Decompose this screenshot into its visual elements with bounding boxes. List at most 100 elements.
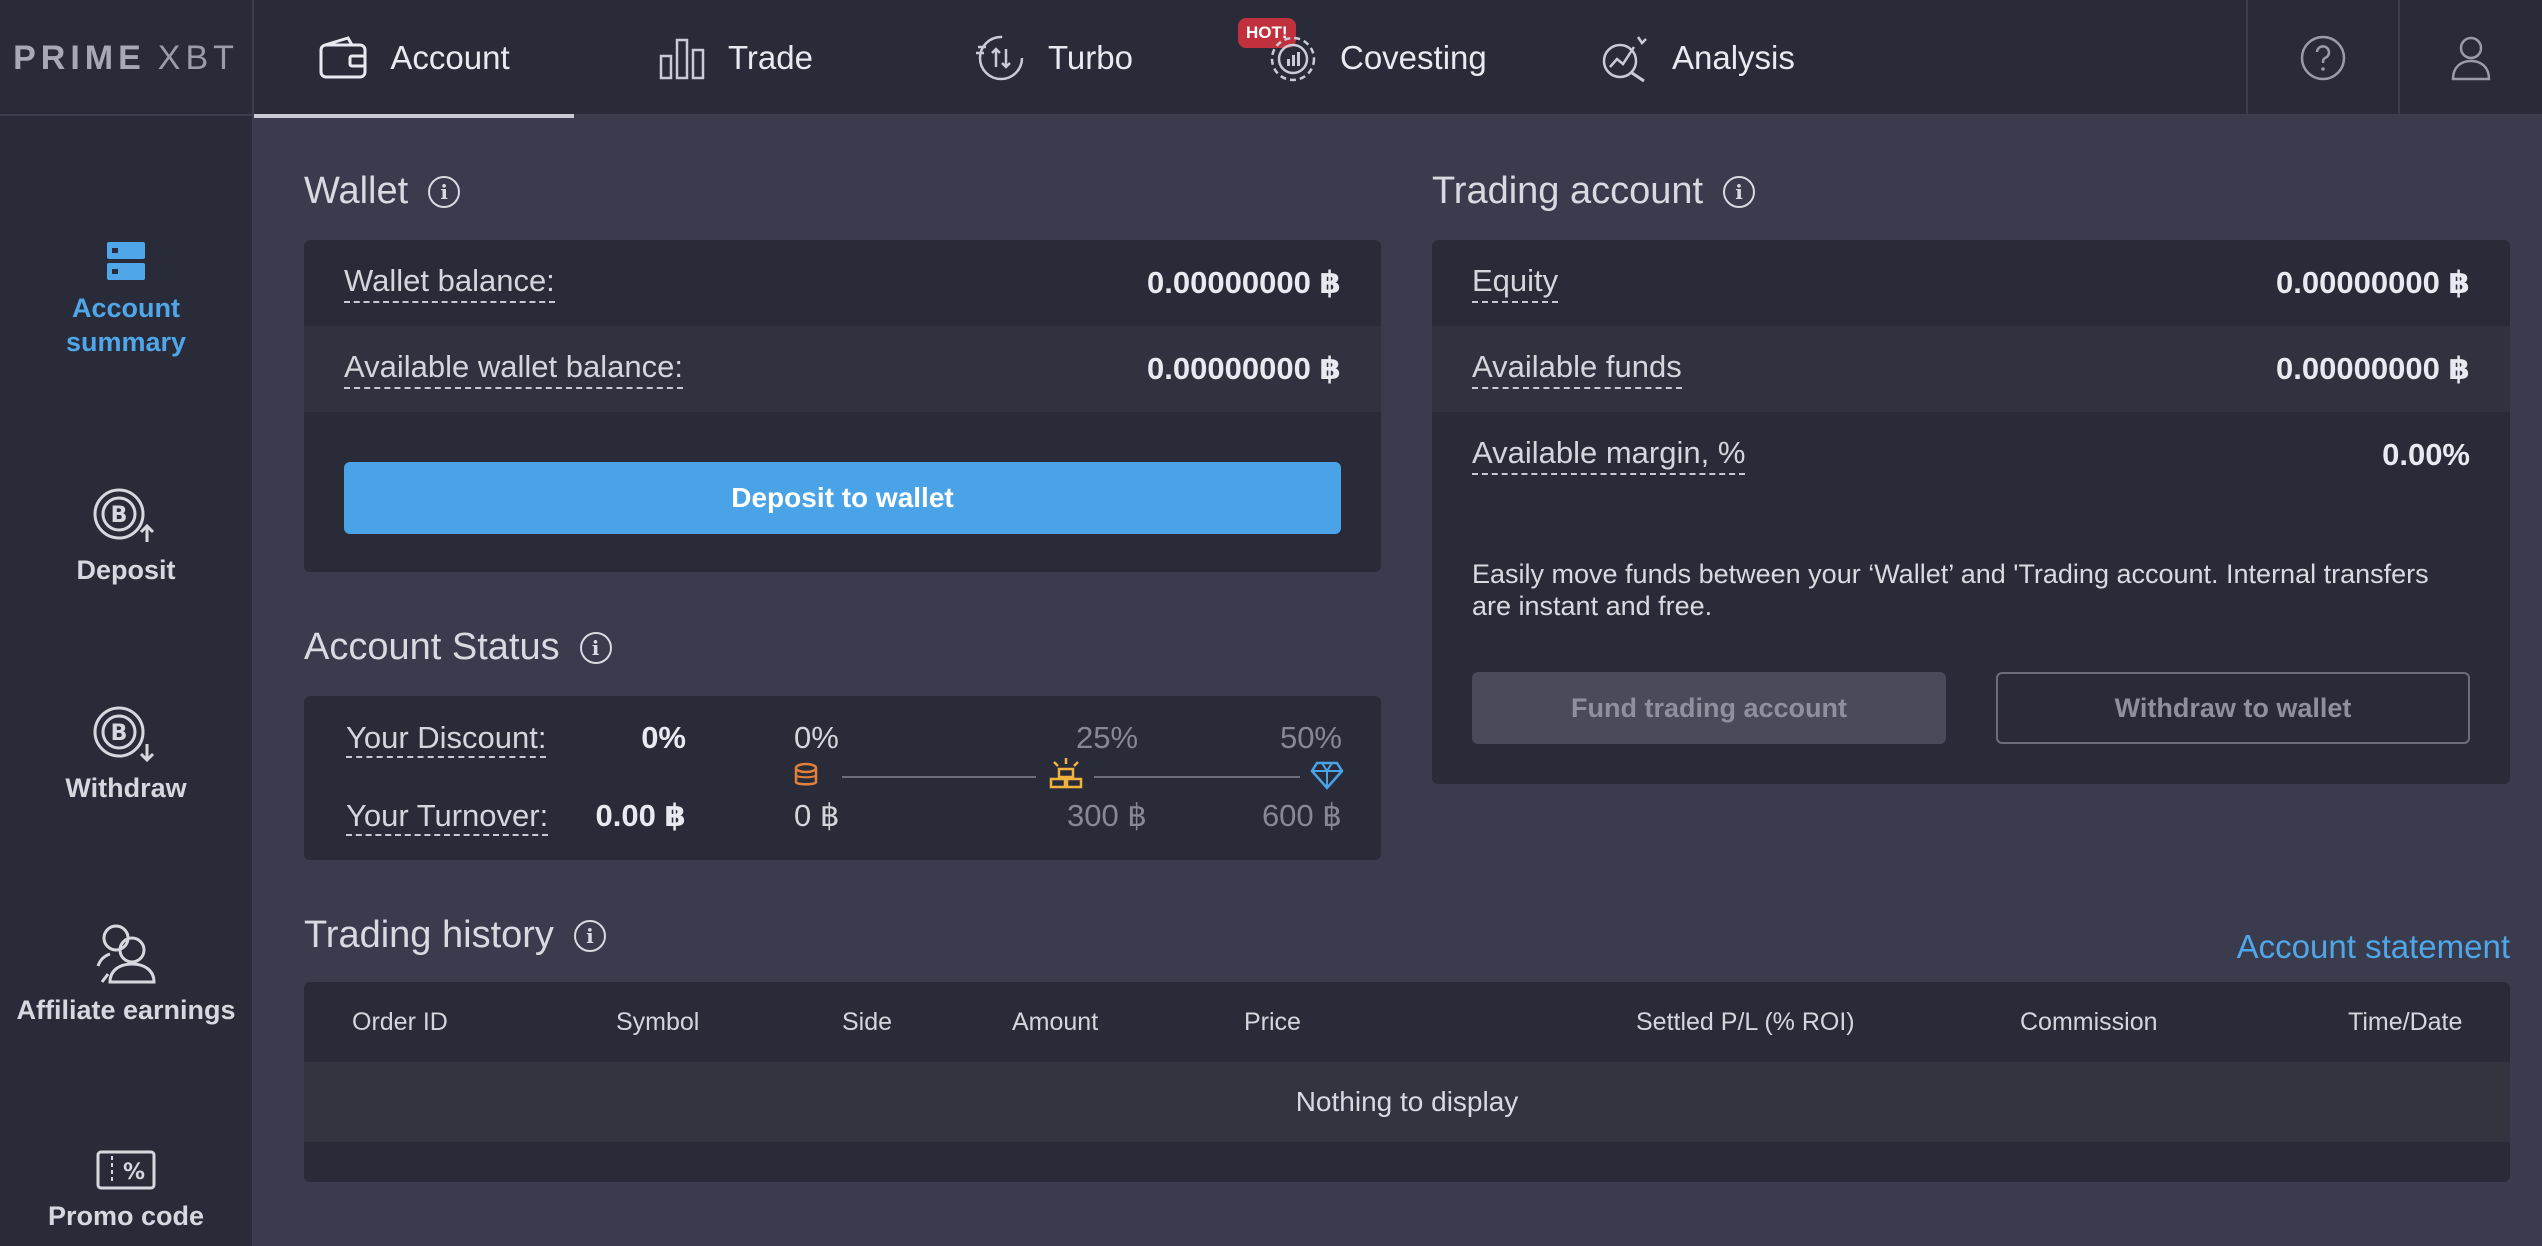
bitcoin-deposit-icon: B	[93, 488, 155, 542]
sidebar-item-affiliate-earnings[interactable]: Affiliate earnings	[0, 922, 252, 1028]
sidebar-item-withdraw[interactable]: B Withdraw	[0, 706, 252, 806]
prime-xbt-logo[interactable]: PRIME XBT	[0, 0, 254, 116]
info-icon[interactable]: i	[1723, 175, 1756, 208]
wallet-balance-value: 0.00000000 ฿	[1147, 265, 1341, 300]
tier-discount: 50%	[1279, 720, 1342, 755]
info-icon[interactable]: i	[428, 175, 461, 208]
available-margin-label[interactable]: Available margin, %	[1472, 435, 1746, 475]
gold-bars-icon	[1049, 758, 1083, 789]
top-navigation-bar: PRIME XBT Account Trade Turbo HOT! Coves…	[0, 0, 2542, 118]
tier-turnover: 300 ฿	[1066, 798, 1148, 833]
nav-tab-trade-label: Trade	[728, 39, 813, 76]
nav-tab-trade[interactable]: Trade	[658, 0, 813, 116]
equity-row: Equity 0.00000000 ฿	[1432, 240, 2510, 326]
tier-turnover: 600 ฿	[1261, 798, 1342, 833]
account-status-title: Account Status	[304, 626, 560, 668]
question-mark-icon	[2300, 35, 2346, 81]
svg-text:B: B	[111, 503, 128, 528]
equity-label[interactable]: Equity	[1472, 263, 1559, 303]
empty-table-message: Nothing to display	[304, 1062, 2510, 1142]
available-margin-value: 0.00%	[2382, 437, 2470, 472]
column-header-symbol: Symbol	[616, 1007, 700, 1036]
nav-tab-account-label: Account	[390, 39, 510, 76]
deposit-to-wallet-button[interactable]: Deposit to wallet	[344, 462, 1341, 534]
nav-tab-turbo-label: Turbo	[1048, 39, 1133, 76]
nav-tab-covesting[interactable]: Covesting	[1268, 0, 1487, 116]
turnover-value: 0.00 ฿	[595, 798, 686, 833]
bar-chart-icon	[659, 38, 705, 80]
bitcoin-withdraw-icon: B	[93, 706, 155, 762]
discount-value: 0%	[641, 720, 686, 755]
available-wallet-balance-label[interactable]: Available wallet balance:	[344, 349, 683, 389]
server-stack-icon	[107, 242, 145, 280]
available-wallet-balance-row: Available wallet balance: 0.00000000 ฿	[304, 326, 1381, 412]
fund-trading-account-button[interactable]: Fund trading account	[1472, 672, 1946, 744]
equity-value: 0.00000000 ฿	[2276, 265, 2470, 300]
sidebar-item-deposit[interactable]: B Deposit	[0, 488, 252, 588]
trading-history-table-footer	[304, 1142, 2510, 1182]
available-funds-row: Available funds 0.00000000 ฿	[1432, 326, 2510, 412]
svg-text:%: %	[123, 1160, 145, 1185]
nav-tab-turbo[interactable]: Turbo	[976, 0, 1133, 116]
column-header-order-id: Order ID	[352, 1007, 448, 1036]
nav-tab-covesting-label: Covesting	[1340, 39, 1487, 76]
trading-account-section-title: Trading account i	[1432, 170, 1756, 213]
wallet-balance-row: Wallet balance: 0.00000000 ฿	[304, 240, 1381, 326]
trading-history-title: Trading history	[304, 914, 554, 956]
column-header-commission: Commission	[2020, 1007, 2158, 1036]
turbo-timer-icon	[976, 35, 1024, 81]
user-icon	[2451, 36, 2491, 81]
coins-icon	[794, 762, 818, 786]
help-button[interactable]	[2246, 0, 2398, 116]
covesting-icon	[1270, 36, 1316, 82]
tier-discount: 25%	[1075, 720, 1139, 755]
available-wallet-balance-value: 0.00000000 ฿	[1147, 351, 1341, 386]
available-funds-label[interactable]: Available funds	[1472, 349, 1682, 389]
tier-turnover: 0 ฿	[794, 798, 840, 833]
trading-history-section-title: Trading history i	[304, 914, 606, 957]
nav-tab-account[interactable]: Account	[254, 0, 574, 118]
trading-history-table-header: Order ID Symbol Side Amount Price Settle…	[304, 982, 2510, 1062]
available-funds-value: 0.00000000 ฿	[2276, 351, 2470, 386]
column-header-price: Price	[1244, 1007, 1301, 1036]
account-statement-link[interactable]: Account statement	[2237, 928, 2510, 966]
nav-tab-analysis[interactable]: Analysis	[1600, 0, 1795, 116]
column-header-side: Side	[842, 1007, 893, 1036]
sidebar-item-withdraw-label: Withdraw	[65, 773, 187, 803]
logo-xbt-text: XBT	[157, 38, 239, 77]
turnover-label[interactable]: Your Turnover:	[346, 798, 549, 836]
info-icon[interactable]: i	[579, 631, 612, 664]
withdraw-to-wallet-button[interactable]: Withdraw to wallet	[1996, 672, 2470, 744]
promo-ticket-icon: %	[96, 1150, 156, 1190]
tier-discount: 0%	[794, 720, 839, 755]
discount-label[interactable]: Your Discount:	[346, 720, 547, 758]
diamond-icon	[1310, 761, 1344, 790]
sidebar-item-account-summary-label: Account summary	[65, 293, 187, 357]
wallet-balance-label[interactable]: Wallet balance:	[344, 263, 555, 303]
wallet-card: Wallet balance: 0.00000000 ฿ Available w…	[304, 240, 1381, 572]
wallet-icon	[319, 36, 367, 79]
sidebar-item-account-summary[interactable]: Account summary	[0, 240, 252, 360]
sidebar-item-promo-code-label: Promo code	[47, 1201, 205, 1231]
wallet-section-title: Wallet i	[304, 170, 461, 213]
column-header-settled-pl: Settled P/L (% ROI)	[1636, 1007, 1855, 1036]
trading-account-card: Equity 0.00000000 ฿ Available funds 0.00…	[1432, 240, 2510, 784]
trading-account-title: Trading account	[1432, 170, 1704, 212]
available-margin-row: Available margin, % 0.00%	[1432, 412, 2510, 498]
sidebar-item-promo-code[interactable]: % Promo code	[0, 1150, 252, 1234]
svg-text:B: B	[111, 721, 128, 746]
column-header-time-date: Time/Date	[2348, 1007, 2463, 1036]
sidebar-item-affiliate-earnings-label: Affiliate earnings	[16, 995, 236, 1025]
transfer-description: Easily move funds between your ‘Wallet’ …	[1472, 559, 2429, 622]
analysis-icon	[1602, 36, 1647, 83]
user-profile-button[interactable]	[2398, 0, 2542, 116]
tier-progress-line	[842, 776, 1036, 778]
info-icon[interactable]: i	[573, 919, 606, 952]
wallet-title: Wallet	[304, 170, 409, 212]
nav-tab-analysis-label: Analysis	[1672, 39, 1795, 76]
column-header-amount: Amount	[1012, 1007, 1099, 1036]
sidebar: Account summary B Deposit B Withdraw Aff…	[0, 116, 254, 1246]
logo-prime-text: PRIME	[13, 38, 146, 77]
account-status-section-title: Account Status i	[304, 626, 612, 669]
account-status-card: Your Discount: 0% Your Turnover: 0.00 ฿ …	[304, 696, 1381, 860]
